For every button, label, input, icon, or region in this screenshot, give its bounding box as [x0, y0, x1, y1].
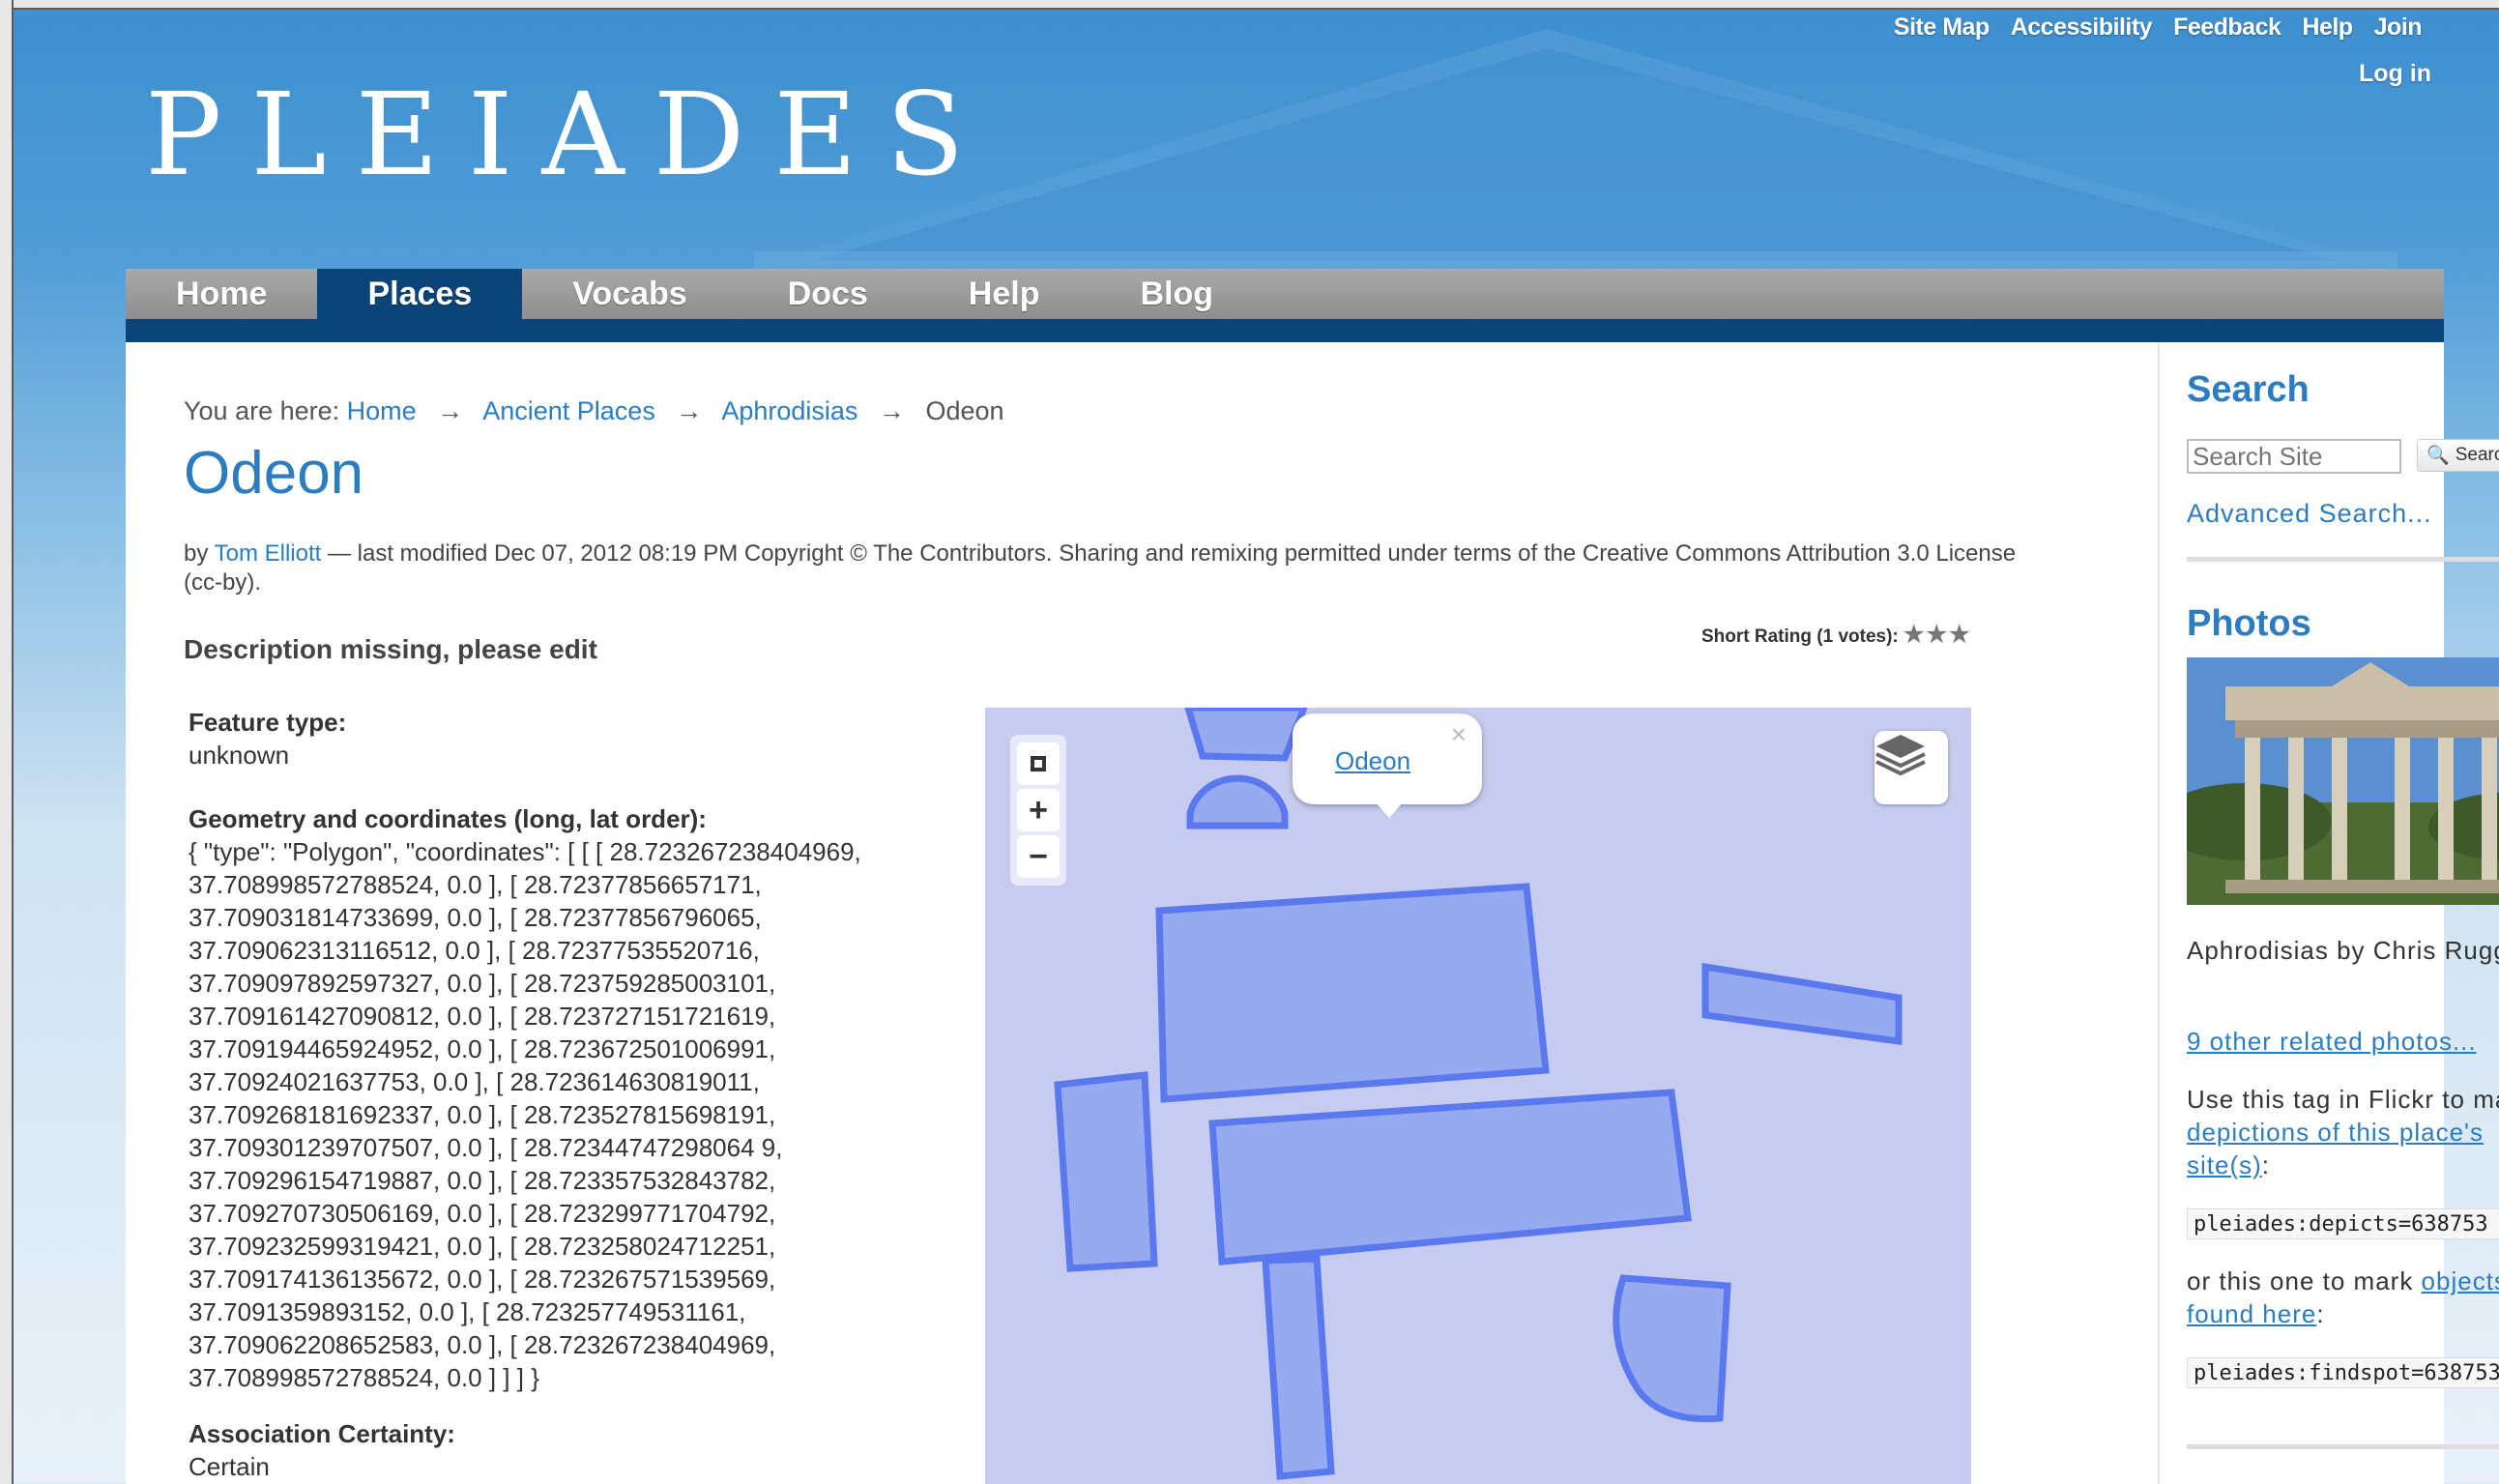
feature-type-value: unknown — [189, 741, 290, 770]
search-input[interactable] — [2187, 439, 2401, 474]
photos-heading: Photos — [2187, 603, 2311, 644]
feature-type: Feature type: unknown — [189, 706, 346, 771]
square-icon — [1031, 756, 1046, 771]
map-popup: Odeon × — [1293, 713, 1482, 818]
zoom-controls: + − — [1010, 735, 1066, 886]
breadcrumb-ancient-places[interactable]: Ancient Places — [482, 396, 655, 425]
main-nav: Home Places Vocabs Docs Help Blog — [126, 269, 2444, 319]
polygon-large-2 — [1208, 1089, 1692, 1266]
polygon-column — [1262, 1255, 1335, 1480]
site-map-link[interactable]: Site Map — [1894, 14, 1990, 42]
sidebar-divider — [2187, 557, 2499, 562]
site-logo[interactable]: PLEIADES — [145, 68, 993, 201]
byline-by: by — [184, 540, 209, 567]
flickr-depicts-tag[interactable]: pleiades:depicts=638753 — [2187, 1208, 2499, 1239]
feedback-link[interactable]: Feedback — [2173, 14, 2281, 42]
nav-tab-vocabs[interactable]: Vocabs — [522, 269, 737, 319]
page-title: Odeon — [184, 440, 364, 507]
nav-tab-places[interactable]: Places — [317, 269, 523, 319]
nav-underline — [126, 319, 2444, 342]
window-frame-left — [0, 0, 14, 1484]
geometry-label: Geometry and coordinates (long, lat orde… — [189, 804, 707, 833]
popup-close-icon[interactable]: × — [1451, 719, 1467, 750]
breadcrumb-home[interactable]: Home — [347, 396, 417, 425]
rating-stars[interactable]: ★★★ — [1903, 622, 1972, 648]
magnifier-icon: 🔍 — [2426, 446, 2450, 466]
search-button-label: Search — [2455, 445, 2499, 465]
flickr-findspot-text: or this one to mark objects found here: — [2187, 1265, 2499, 1330]
depictions-link[interactable]: depictions of this place's site(s) — [2187, 1118, 2484, 1179]
byline-details: — last modified Dec 07, 2012 08:19 PM Co… — [184, 540, 2017, 596]
breadcrumb-separator: → — [676, 396, 703, 425]
certainty-value: Certain — [189, 1452, 270, 1481]
nav-tab-home[interactable]: Home — [126, 269, 317, 319]
certainty-label: Association Certainty: — [189, 1419, 455, 1448]
breadcrumb: You are here: Home → Ancient Places → Ap… — [184, 396, 1004, 426]
breadcrumb-aphrodisias[interactable]: Aphrodisias — [721, 396, 857, 425]
flickr-text-1: Use this tag in Flickr to mark — [2187, 1085, 2499, 1114]
polygon-odeon-shape — [1613, 1274, 1731, 1423]
popup-tip — [1376, 802, 1403, 818]
nav-tab-docs[interactable]: Docs — [738, 269, 918, 319]
sidebar: Search 🔍 Search Advanced Search... Photo… — [2158, 342, 2499, 1484]
utility-links: Site Map Accessibility Feedback Help Joi… — [1894, 14, 2423, 42]
short-rating: Short Rating (1 votes): ★★★ — [1701, 621, 1972, 649]
breadcrumb-prefix: You are here: — [184, 396, 340, 425]
breadcrumb-current: Odeon — [925, 396, 1004, 425]
search-heading: Search — [2187, 369, 2310, 410]
zoom-out-button[interactable]: − — [1017, 835, 1060, 878]
description-missing: Description missing, please edit — [184, 634, 597, 664]
geometry: Geometry and coordinates (long, lat orde… — [189, 802, 923, 1394]
flickr-text-2: or this one to mark — [2187, 1266, 2414, 1295]
help-link[interactable]: Help — [2302, 14, 2353, 42]
flickr-findspot-tag[interactable]: pleiades:findspot=638753 — [2187, 1357, 2499, 1388]
related-photos-link[interactable]: 9 other related photos... — [2187, 1027, 2477, 1056]
byline: by Tom Elliott — last modified Dec 07, 2… — [184, 539, 2020, 597]
photo-caption: Aphrodisias by Chris Ruggles. — [2187, 936, 2499, 965]
advanced-search-link[interactable]: Advanced Search... — [2187, 499, 2432, 529]
related-photos-link-wrap: 9 other related photos... — [2187, 1025, 2499, 1058]
nav-tab-help[interactable]: Help — [918, 269, 1090, 319]
geometry-value: { "type": "Polygon", "coordinates": [ [ … — [189, 837, 861, 1392]
feature-type-label: Feature type: — [189, 708, 347, 737]
layer-switcher-button[interactable] — [1874, 731, 1948, 804]
search-button[interactable]: 🔍 Search — [2417, 439, 2499, 472]
polygon-large-1 — [1155, 883, 1550, 1103]
accessibility-link[interactable]: Accessibility — [2011, 14, 2153, 42]
zoom-extent-button[interactable] — [1017, 742, 1060, 785]
popup-odeon-link[interactable]: Odeon — [1335, 746, 1410, 776]
breadcrumb-separator: → — [437, 396, 464, 425]
breadcrumb-separator: → — [878, 396, 905, 425]
login-link[interactable]: Log in — [2359, 60, 2431, 88]
nav-tab-blog[interactable]: Blog — [1090, 269, 1264, 319]
map-view[interactable]: + − Odeon × — [985, 708, 1971, 1484]
polygon-left-block — [1054, 1071, 1158, 1272]
association-certainty: Association Certainty: Certain — [189, 1417, 455, 1483]
join-link[interactable]: Join — [2374, 14, 2423, 42]
polygon-right-strip — [1701, 962, 1903, 1046]
rating-label: Short Rating (1 votes): — [1701, 626, 1899, 647]
content-panel: You are here: Home → Ancient Places → Ap… — [126, 342, 2499, 1484]
aphrodisias-photo[interactable] — [2187, 657, 2499, 905]
flickr-depicts-text: Use this tag in Flickr to mark depiction… — [2187, 1083, 2499, 1181]
sidebar-divider — [2187, 1444, 2499, 1449]
polygon-top-arc — [1186, 774, 1289, 829]
temple-pediment-graphic — [754, 29, 2397, 271]
polygon-top-left — [1184, 708, 1308, 762]
author-link[interactable]: Tom Elliott — [215, 540, 322, 567]
window-frame-top — [0, 0, 2499, 10]
layers-icon — [1875, 735, 1926, 776]
map-polygons[interactable] — [985, 708, 1971, 1484]
zoom-in-button[interactable]: + — [1017, 789, 1060, 831]
